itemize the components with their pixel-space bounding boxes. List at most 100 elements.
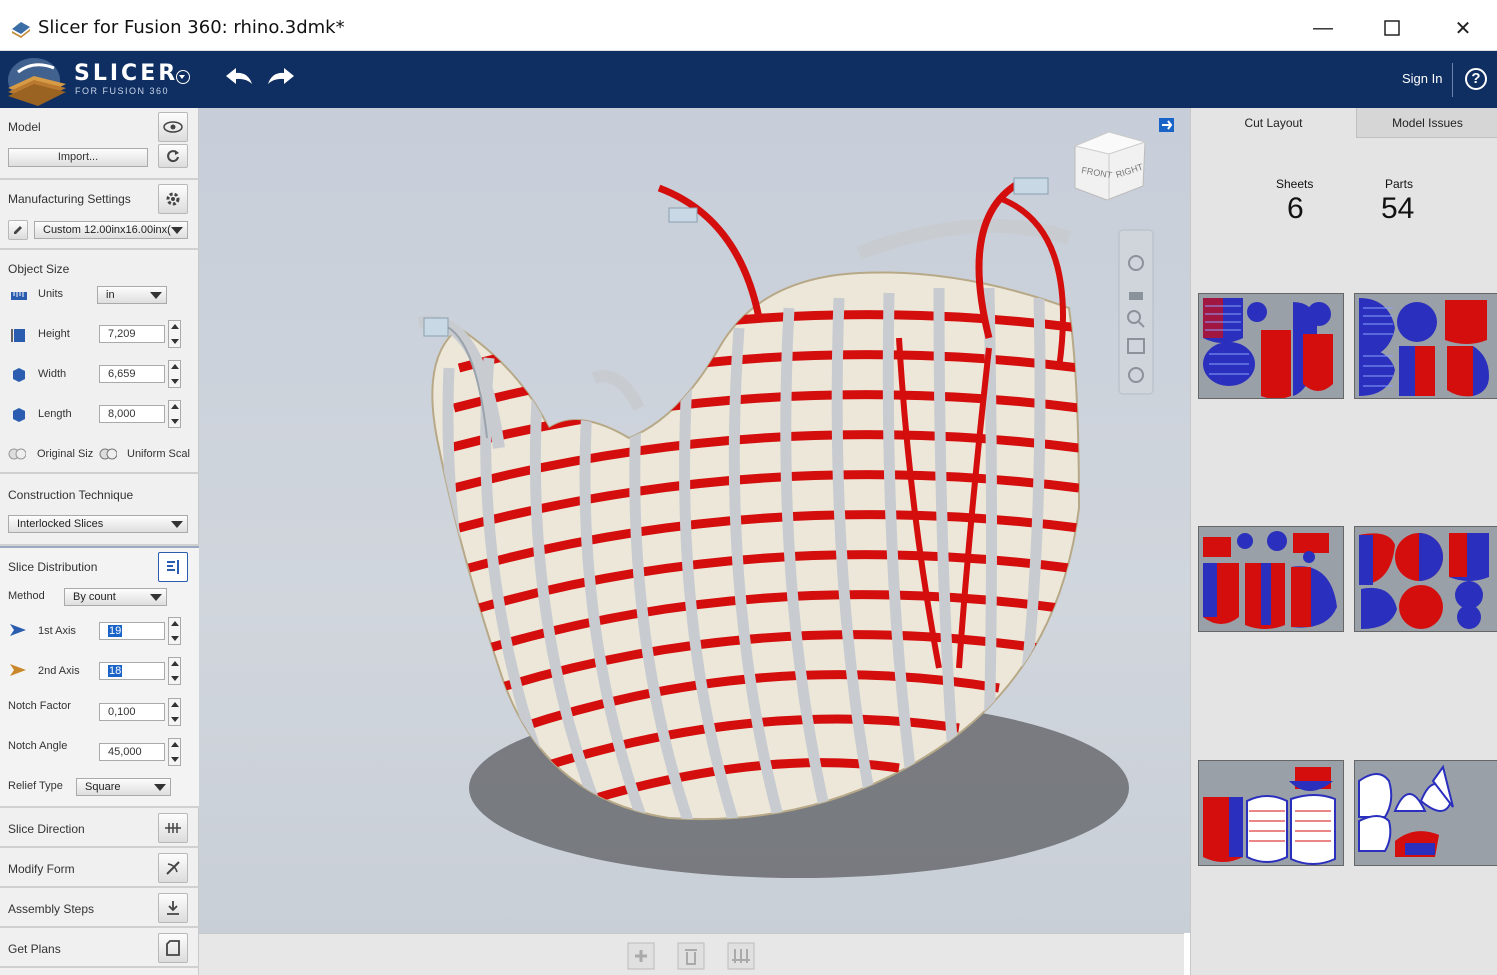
modify-form-button[interactable]	[158, 853, 188, 883]
notch-factor-spinner[interactable]	[168, 698, 181, 726]
assembly-steps-section[interactable]: Assembly Steps	[0, 888, 199, 928]
preset-dropdown[interactable]: Custom 12.00inx16.00inx(	[34, 221, 188, 239]
axis1-field[interactable]: 19	[99, 622, 165, 640]
viewport-bottom-toolbar	[199, 933, 1184, 975]
sign-in-link[interactable]: Sign In	[1402, 71, 1442, 86]
import-button[interactable]: Import...	[8, 148, 148, 167]
sheet-thumbnail[interactable]	[1198, 293, 1344, 399]
units-label: Units	[38, 288, 64, 300]
sheet-thumbnail[interactable]	[1354, 293, 1497, 399]
height-spinner[interactable]	[168, 320, 181, 348]
axis2-label: 2nd Axis	[38, 665, 80, 677]
width-icon	[13, 368, 25, 382]
pan-icon[interactable]	[1129, 292, 1143, 300]
method-dropdown[interactable]: By count	[64, 588, 167, 606]
parts-count: 54	[1381, 192, 1415, 225]
units-dropdown[interactable]: in	[97, 286, 167, 304]
eye-icon	[163, 121, 183, 133]
get-plans-button[interactable]	[158, 933, 188, 963]
get-plans-label[interactable]: Get Plans	[8, 942, 61, 956]
maximize-icon	[1384, 20, 1400, 36]
uniform-scale-label[interactable]: Uniform Scal	[127, 448, 190, 460]
object-size-section: Object Size Units in Height 7,209 Width …	[0, 250, 199, 474]
assembly-steps-label[interactable]: Assembly Steps	[8, 902, 94, 916]
pencil-icon	[14, 226, 22, 234]
axis1-label: 1st Axis	[38, 625, 76, 637]
edit-preset-button[interactable]	[8, 220, 28, 240]
right-panel: Cut Layout Model Issues Sheets 6 Parts 5…	[1190, 108, 1497, 975]
height-icon	[11, 329, 25, 342]
manufacturing-settings-button[interactable]	[158, 184, 188, 214]
height-label: Height	[38, 328, 70, 340]
slice-distribution-title: Slice Distribution	[8, 560, 98, 574]
gear-icon	[166, 192, 180, 206]
axis2-spinner[interactable]	[168, 657, 181, 685]
slice-distribution-button[interactable]	[158, 552, 188, 582]
window-titlebar: Slicer for Fusion 360: rhino.3dmk* — ✕	[0, 0, 1497, 51]
original-size-label[interactable]: Original Siz	[37, 448, 93, 460]
logo-subtitle: FOR FUSION 360	[75, 86, 170, 96]
slice-direction-icon	[165, 823, 181, 833]
assembly-steps-button[interactable]	[158, 893, 188, 923]
modify-form-icon	[166, 861, 180, 875]
uniform-scale-icon[interactable]	[99, 446, 117, 462]
length-icon	[13, 408, 25, 422]
relief-type-label: Relief Type	[8, 780, 63, 792]
axis1-spinner[interactable]	[168, 617, 181, 645]
method-label: Method	[8, 590, 45, 602]
delete-icon[interactable]	[677, 942, 705, 970]
left-panel: Model Import... Manufacturing Settings C…	[0, 108, 199, 975]
notch-angle-field[interactable]: 45,000	[99, 743, 165, 761]
model-title: Model	[8, 120, 41, 134]
app-menu-dropdown-icon[interactable]	[176, 70, 190, 84]
notch-factor-field[interactable]: 0,100	[99, 703, 165, 721]
tab-cut-layout[interactable]: Cut Layout	[1191, 108, 1356, 138]
axis1-icon	[10, 624, 26, 636]
length-spinner[interactable]	[168, 400, 181, 428]
width-field[interactable]: 6,659	[99, 365, 165, 383]
navigation-toolbar	[1118, 229, 1154, 395]
length-label: Length	[38, 408, 72, 420]
add-slice-icon[interactable]	[627, 942, 655, 970]
relief-type-dropdown[interactable]: Square	[76, 778, 171, 796]
header-divider	[1452, 63, 1453, 97]
window-title: Slicer for Fusion 360: rhino.3dmk*	[38, 17, 345, 38]
modify-form-label[interactable]: Modify Form	[8, 862, 75, 876]
object-size-title: Object Size	[8, 262, 70, 276]
slice-lines-icon[interactable]	[727, 942, 755, 970]
ruler-icon	[11, 292, 27, 300]
construction-dropdown[interactable]: Interlocked Slices	[8, 515, 188, 533]
maximize-button[interactable]	[1369, 8, 1415, 48]
assembly-icon	[167, 901, 179, 915]
tab-model-issues[interactable]: Model Issues	[1356, 108, 1497, 138]
notch-factor-label: Notch Factor	[8, 700, 71, 712]
original-size-icon[interactable]	[8, 446, 26, 462]
length-field[interactable]: 8,000	[99, 405, 165, 423]
undo-icon[interactable]	[224, 64, 254, 88]
close-button[interactable]: ✕	[1440, 8, 1486, 48]
modify-form-section[interactable]: Modify Form	[0, 848, 199, 888]
minimize-button[interactable]: —	[1300, 8, 1346, 48]
axis2-field[interactable]: 18	[99, 662, 165, 680]
sheet-thumbnail[interactable]	[1198, 760, 1344, 866]
view-cube[interactable]: FRONT RIGHT	[1073, 131, 1147, 201]
notch-angle-spinner[interactable]	[168, 738, 181, 766]
sheets-label: Sheets	[1276, 177, 1314, 191]
sheet-thumbnail[interactable]	[1198, 526, 1344, 632]
visibility-button[interactable]	[158, 112, 188, 142]
height-field[interactable]: 7,209	[99, 325, 165, 343]
redo-icon[interactable]	[266, 64, 296, 88]
manufacturing-title: Manufacturing Settings	[8, 192, 131, 206]
width-spinner[interactable]	[168, 360, 181, 388]
slice-distribution-section: Slice Distribution Method By count 1st A…	[0, 546, 199, 808]
sheet-thumbnail[interactable]	[1354, 760, 1497, 866]
slice-direction-label[interactable]: Slice Direction	[8, 822, 85, 836]
slice-direction-section[interactable]: Slice Direction	[0, 808, 199, 848]
sheet-thumbnail[interactable]	[1354, 526, 1497, 632]
get-plans-section[interactable]: Get Plans	[0, 928, 199, 968]
sliced-model[interactable]: FRONT RIGHT	[199, 108, 1190, 933]
refresh-button[interactable]	[158, 144, 188, 168]
help-icon[interactable]: ?	[1465, 68, 1487, 90]
3d-viewport[interactable]: FRONT RIGHT	[199, 108, 1190, 933]
slice-direction-button[interactable]	[158, 813, 188, 843]
